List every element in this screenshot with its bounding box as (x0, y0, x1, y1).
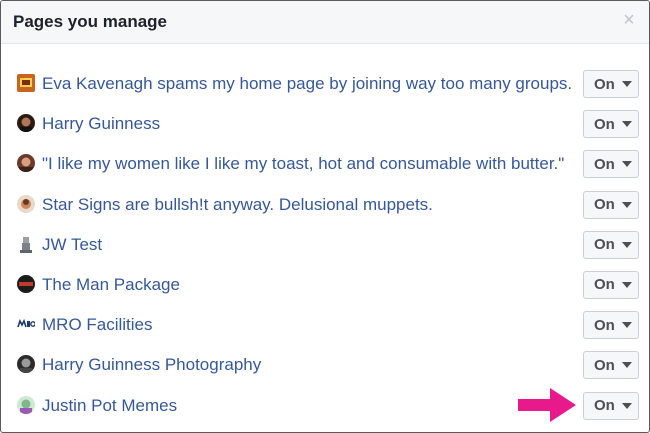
dialog-title: Pages you manage (13, 12, 168, 31)
pages-list: Eva Kavenagh spams my home page by joini… (1, 66, 649, 428)
list-item: The Man Package On (1, 267, 649, 307)
page-name-link[interactable]: Harry Guinness (42, 114, 160, 134)
list-item: Harry Guinness On (1, 106, 649, 146)
list-item: JW Test On (1, 227, 649, 267)
notification-toggle[interactable]: On (583, 270, 639, 299)
toggle-label: On (594, 276, 615, 294)
notification-toggle[interactable]: On (583, 351, 639, 380)
pages-dialog: Pages you manage × Eva Kavenagh spams my… (0, 0, 650, 433)
toggle-label: On (594, 397, 615, 414)
toggle-label: On (594, 356, 615, 374)
page-thumbnail-icon (17, 114, 35, 133)
chevron-down-icon (621, 161, 632, 168)
page-name-link[interactable]: "I like my women like I like my toast, h… (42, 154, 564, 174)
page-name-link[interactable]: The Man Package (42, 275, 180, 295)
notification-toggle[interactable]: On (583, 311, 639, 340)
chevron-down-icon (621, 81, 632, 87)
page-thumbnail-icon (17, 234, 35, 253)
page-thumbnail-icon (17, 315, 35, 334)
notification-toggle[interactable]: On (583, 391, 639, 420)
list-item: "I like my women like I like my toast, h… (1, 146, 649, 186)
page-thumbnail-icon (17, 194, 35, 213)
page-name-link[interactable]: Justin Pot Memes (42, 396, 177, 416)
page-thumbnail-icon (17, 154, 35, 173)
chevron-down-icon (621, 121, 632, 128)
list-item: MRO Facilities On (1, 307, 649, 347)
page-thumbnail-icon (17, 395, 35, 414)
arrow-icon (518, 388, 576, 422)
page-name-link[interactable]: Star Signs are bullsh!t anyway. Delusion… (42, 195, 433, 215)
toggle-label: On (594, 75, 615, 93)
chevron-down-icon (621, 201, 632, 208)
page-thumbnail-icon (17, 355, 35, 374)
notification-toggle[interactable]: On (583, 70, 639, 98)
page-name-link[interactable]: JW Test (42, 235, 102, 255)
chevron-down-icon (621, 402, 632, 409)
list-item: Harry Guinness Photography On (1, 347, 649, 387)
list-item: Star Signs are bullsh!t anyway. Delusion… (1, 187, 649, 227)
page-name-link[interactable]: Eva Kavenagh spams my home page by joini… (42, 74, 572, 94)
notification-toggle[interactable]: On (583, 190, 639, 219)
page-name-link[interactable]: MRO Facilities (42, 315, 153, 335)
page-thumbnail-icon (17, 274, 35, 293)
list-item: Eva Kavenagh spams my home page by joini… (1, 66, 649, 106)
chevron-down-icon (621, 322, 632, 329)
toggle-label: On (594, 236, 615, 254)
toggle-label: On (594, 155, 615, 173)
page-name-link[interactable]: Harry Guinness Photography (42, 355, 261, 375)
toggle-label: On (594, 196, 615, 214)
chevron-down-icon (621, 362, 632, 369)
dialog-header: Pages you manage × (1, 1, 649, 44)
notification-toggle[interactable]: On (583, 150, 639, 179)
notification-toggle[interactable]: On (583, 230, 639, 259)
toggle-label: On (594, 316, 615, 334)
close-icon[interactable]: × (619, 10, 639, 30)
chevron-down-icon (621, 241, 632, 248)
notification-toggle[interactable]: On (583, 110, 639, 139)
toggle-label: On (594, 115, 615, 133)
page-thumbnail-icon (17, 74, 35, 92)
chevron-down-icon (621, 281, 632, 288)
